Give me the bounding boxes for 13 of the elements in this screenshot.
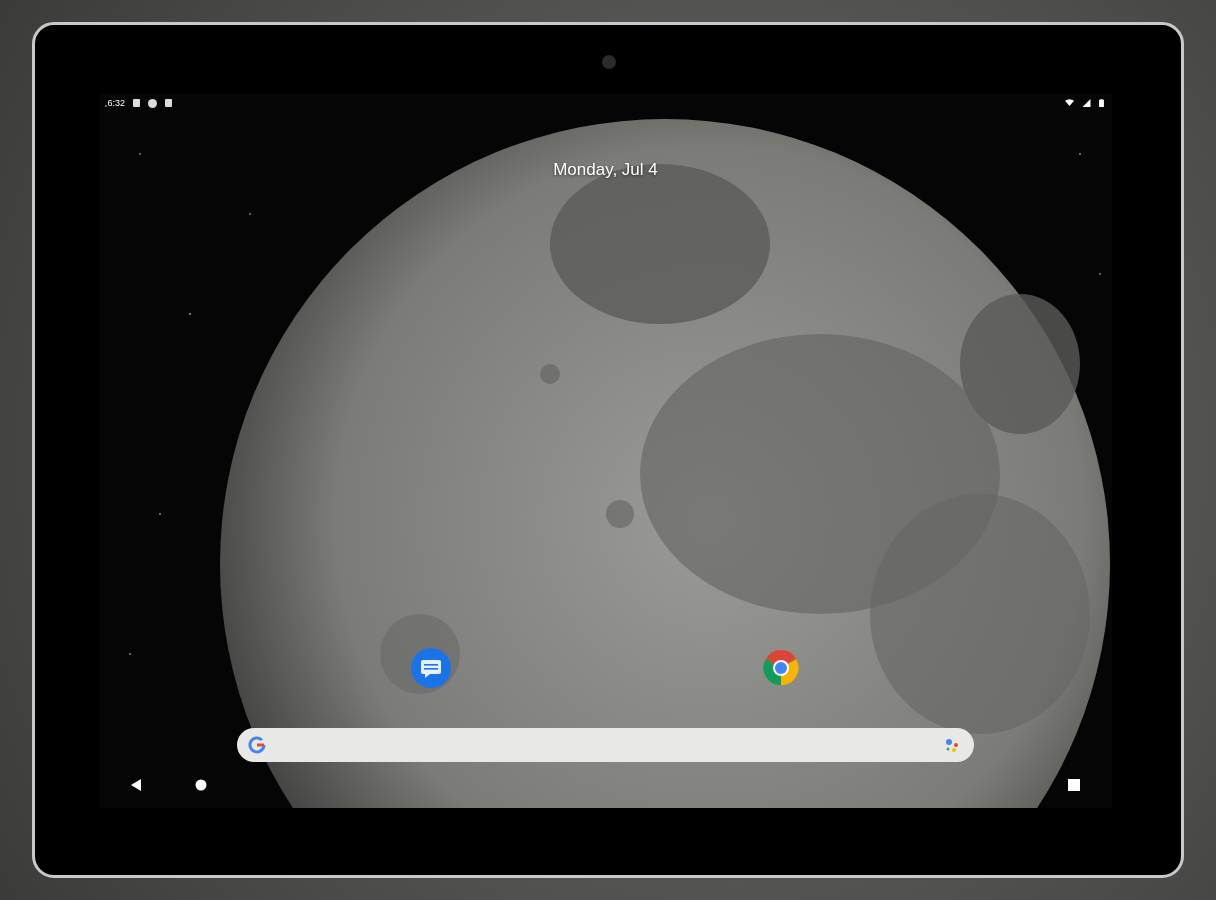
assistant-icon[interactable] [943,737,960,753]
status-time: 6:32 [107,98,126,108]
back-button[interactable] [130,779,143,791]
home-button[interactable] [194,779,207,791]
date-text: Monday, Jul 4 [553,160,658,180]
signal-icon [1081,99,1091,107]
wifi-icon [1064,99,1074,107]
chat-bubble-app-icon[interactable] [410,648,451,688]
battery-icon [1098,99,1104,107]
g-logo-icon [246,735,267,755]
camera-dot [602,55,616,69]
recents-button[interactable] [1067,779,1080,791]
browser-app-icon[interactable] [760,648,801,688]
